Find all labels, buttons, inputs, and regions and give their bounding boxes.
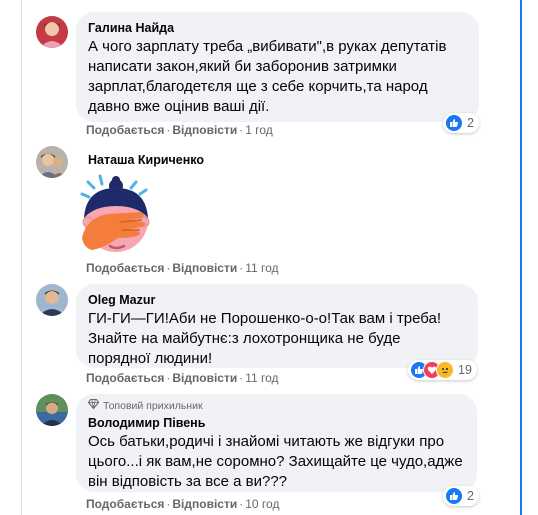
comment-actions: Подобається · Відповісти · 11 год [86,371,279,385]
top-fan-label: Топовий прихильник [103,399,203,412]
comment-text: Ось батьки,родичі і знайомі читають же в… [88,433,463,490]
comment-author[interactable]: Галина Найда [88,20,467,36]
reaction-summary[interactable]: 2 [443,486,479,506]
comment-text: ГИ-ГИ—ГИ!Аби не Порошенко-о-о!Так вам і … [88,310,442,367]
comment-actions: Подобається · Відповісти · 11 год [86,261,279,275]
comment-bubble: Топовий прихильник Володимир Півень Ось … [76,394,477,492]
facepalm-sticker[interactable] [76,172,158,258]
reply-link[interactable]: Відповісти [172,371,237,385]
like-icon [445,114,463,132]
like-link[interactable]: Подобається [86,261,164,275]
reply-link[interactable]: Відповісти [172,123,237,137]
comment-time[interactable]: 1 год [245,123,273,137]
avatar[interactable] [36,16,68,48]
comment-author[interactable]: Oleg Mazur [88,292,466,308]
top-fan-badge[interactable]: Топовий прихильник [87,398,465,413]
comment-bubble: Галина Найда А чого зарплату треба „виби… [76,12,479,122]
reaction-count: 2 [467,489,474,503]
sad-icon [436,361,454,379]
comment-author[interactable]: Володимир Півень [88,415,465,431]
scroll-focus-border [520,0,522,515]
like-link[interactable]: Подобається [86,123,164,137]
reaction-summary[interactable]: 19 [408,360,477,380]
comment-time[interactable]: 10 год [245,497,279,511]
comment-actions: Подобається · Відповісти · 1 год [86,123,273,137]
reply-link[interactable]: Відповісти [172,261,237,275]
comment-text: А чого зарплату треба „вибивати",в руках… [88,38,447,115]
diamond-icon [87,398,100,413]
like-link[interactable]: Подобається [86,497,164,511]
reaction-summary[interactable]: 2 [443,113,479,133]
like-link[interactable]: Подобається [86,371,164,385]
comment-bubble: Oleg Mazur ГИ-ГИ—ГИ!Аби не Порошенко-о-о… [76,284,478,368]
comment-actions: Подобається · Відповісти · 10 год [86,497,280,511]
comment-author[interactable]: Наташа Кириченко [88,152,204,168]
reaction-count: 2 [467,116,474,130]
comment-time[interactable]: 11 год [245,371,278,385]
reply-link[interactable]: Відповісти [172,497,237,511]
avatar[interactable] [36,394,68,426]
like-icon [445,487,463,505]
content-left-border [21,0,22,515]
comment-time[interactable]: 11 год [245,261,278,275]
reaction-count: 19 [458,363,472,377]
avatar[interactable] [36,284,68,316]
avatar[interactable] [36,146,68,178]
